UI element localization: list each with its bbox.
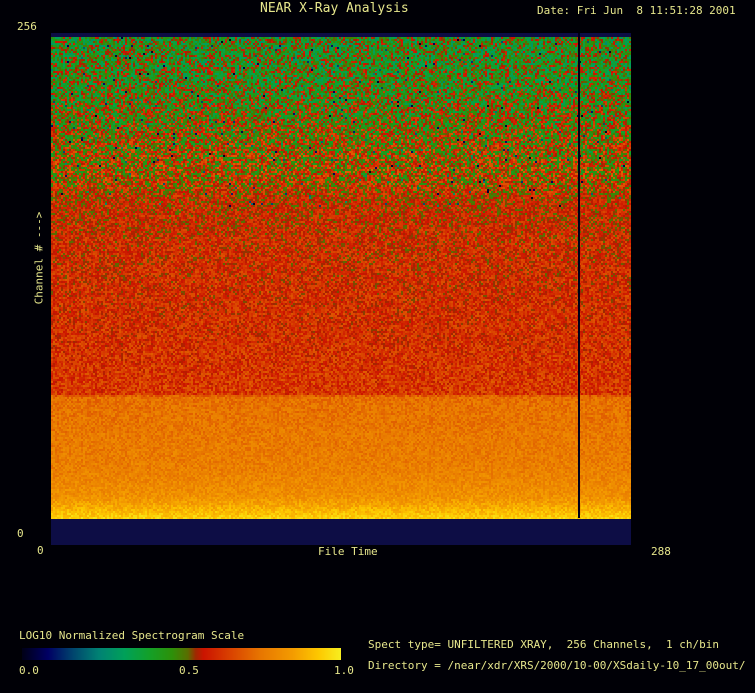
x-axis-title: File Time: [318, 545, 378, 558]
colorbar-title: LOG10 Normalized Spectrogram Scale: [19, 629, 245, 642]
spect-type-info: Spect type= UNFILTERED XRAY, 256 Channel…: [368, 638, 719, 651]
x-axis-max-label: 288: [651, 545, 671, 558]
y-axis-min-label: 0: [17, 527, 24, 540]
colorbar-tick-mid: 0.5: [179, 664, 199, 677]
near-xray-analysis-window: NEAR X-Ray Analysis Date: Fri Jun 8 11:5…: [0, 0, 755, 693]
colorbar-tick-max: 1.0: [334, 664, 354, 677]
y-axis-max-label: 256: [17, 20, 37, 33]
page-title: NEAR X-Ray Analysis: [260, 1, 409, 16]
y-axis-title: Channel # --->: [32, 211, 46, 305]
colorbar-canvas: [22, 648, 341, 660]
date-label: Date: Fri Jun 8 11:51:28 2001: [537, 4, 736, 17]
spectrogram-canvas[interactable]: [51, 33, 631, 545]
x-axis-min-label: 0: [37, 544, 44, 557]
directory-info: Directory = /near/xdr/XRS/2000/10-00/XSd…: [368, 659, 746, 672]
colorbar-tick-min: 0.0: [19, 664, 39, 677]
